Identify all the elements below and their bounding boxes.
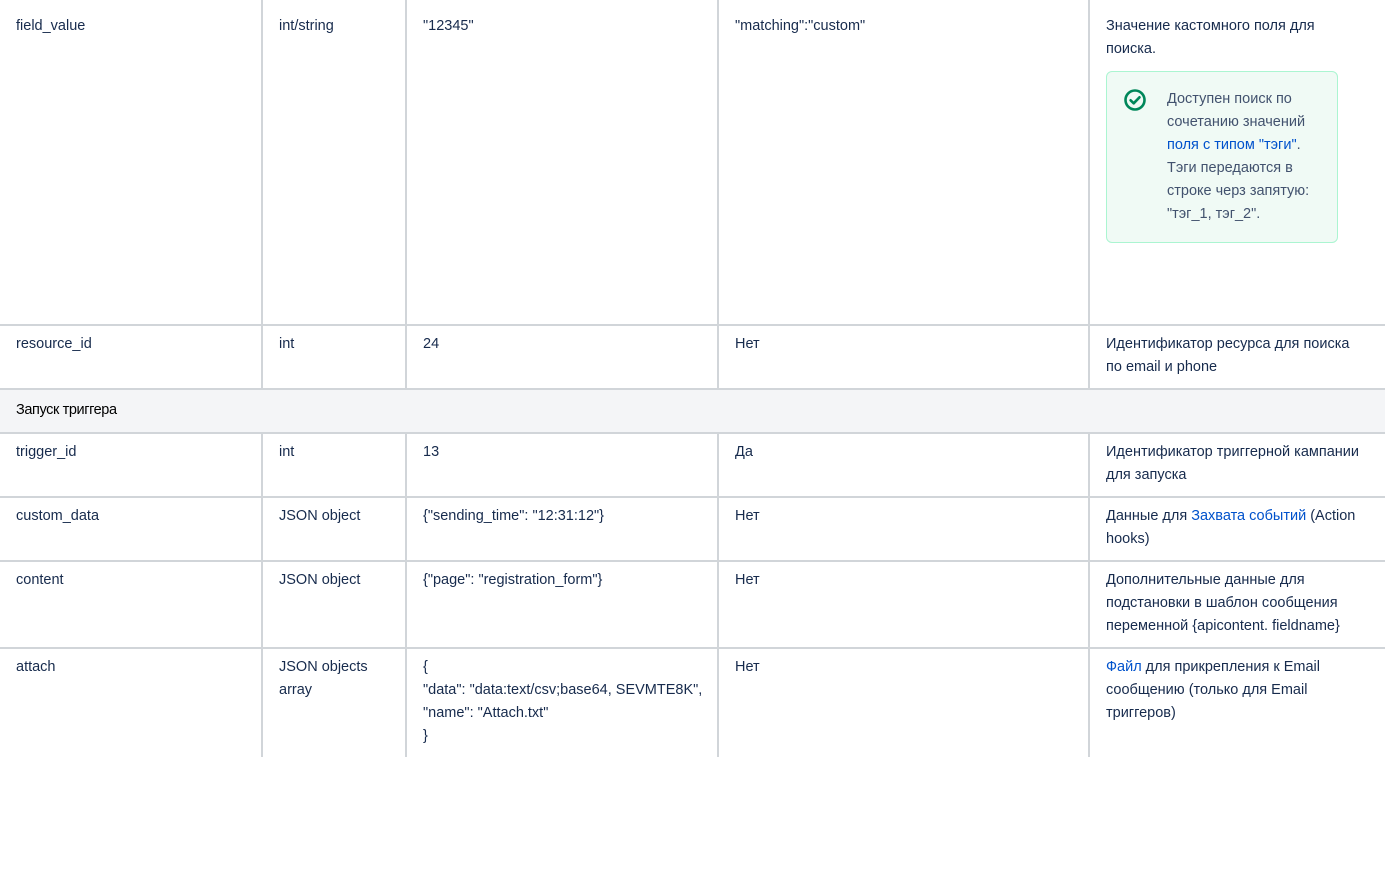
desc-text-before: Данные для — [1106, 508, 1192, 524]
param-name: resource_id — [0, 324, 263, 390]
table-row: custom_data JSON object {"sending_time":… — [0, 496, 1385, 562]
param-type: int/string — [261, 0, 407, 326]
param-description: Идентификатор триггерной кампании для за… — [1088, 432, 1385, 498]
example-line: "data": "data:text/csv;base64, SEVMTE8K"… — [423, 682, 703, 698]
param-required: Да — [717, 432, 1090, 498]
param-description-cell: Дополнительные данные для подстановки в … — [1088, 560, 1385, 649]
check-circle-icon — [1123, 88, 1147, 112]
parameters-table: field_value int/string "12345" "matching… — [0, 0, 1385, 757]
param-example: 24 — [405, 324, 719, 390]
table-row: field_value int/string "12345" "matching… — [0, 0, 1385, 326]
param-type: JSON object — [261, 560, 407, 649]
desc-line: Дополнительные данные для подстановки в … — [1106, 572, 1338, 611]
param-name: field_value — [0, 0, 263, 326]
param-type: int — [261, 324, 407, 390]
param-description-cell: Файл для прикрепления к Email сообщению … — [1088, 647, 1385, 757]
param-required: "matching":"custom" — [717, 0, 1090, 326]
file-link[interactable]: Файл — [1106, 659, 1142, 675]
param-required: Нет — [717, 647, 1090, 757]
action-hooks-link[interactable]: Захвата событий — [1191, 508, 1306, 524]
note-text-before: Доступен поиск по сочетанию значений — [1167, 91, 1306, 130]
param-example: {"page": "registration_form"} — [405, 560, 719, 649]
param-example-cell: { "data": "data:text/csv;base64, SEVMTE8… — [405, 647, 719, 757]
example-line: { — [423, 659, 428, 675]
tags-field-link[interactable]: поля с типом "тэги" — [1167, 137, 1297, 153]
param-description: Значение кастомного поля для поиска. — [1106, 18, 1315, 57]
param-required: Нет — [717, 324, 1090, 390]
table-row: resource_id int 24 Нет Идентификатор рес… — [0, 324, 1385, 390]
param-type: JSON objects array — [261, 647, 407, 757]
param-description-cell: Данные для Захвата событий (Action hooks… — [1088, 496, 1385, 562]
example-line: } — [423, 728, 428, 744]
param-example: {"sending_time": "12:31:12"} — [405, 496, 719, 562]
param-name: custom_data — [0, 496, 263, 562]
param-name: content — [0, 560, 263, 649]
param-example: 13 — [405, 432, 719, 498]
param-required: Нет — [717, 560, 1090, 649]
param-example: "12345" — [405, 0, 719, 326]
success-panel-message: Доступен поиск по сочетанию значений пол… — [1167, 88, 1317, 226]
desc-line: переменной {apicontent. fieldname} — [1106, 618, 1340, 634]
param-required: Нет — [717, 496, 1090, 562]
param-type: int — [261, 432, 407, 498]
param-description: Идентификатор ресурса для поиска по emai… — [1088, 324, 1385, 390]
table-row: trigger_id int 13 Да Идентификатор тригг… — [0, 432, 1385, 498]
param-description-cell: Значение кастомного поля для поиска. Дос… — [1088, 0, 1385, 326]
success-panel: Доступен поиск по сочетанию значений пол… — [1106, 71, 1338, 243]
param-name: attach — [0, 647, 263, 757]
section-header-row: Запуск триггера — [0, 388, 1385, 434]
param-name: trigger_id — [0, 432, 263, 498]
section-title: Запуск триггера — [0, 388, 1385, 434]
example-line: "name": "Attach.txt" — [423, 705, 549, 721]
param-type: JSON object — [261, 496, 407, 562]
table-row: content JSON object {"page": "registrati… — [0, 560, 1385, 649]
table-row: attach JSON objects array { "data": "dat… — [0, 647, 1385, 757]
